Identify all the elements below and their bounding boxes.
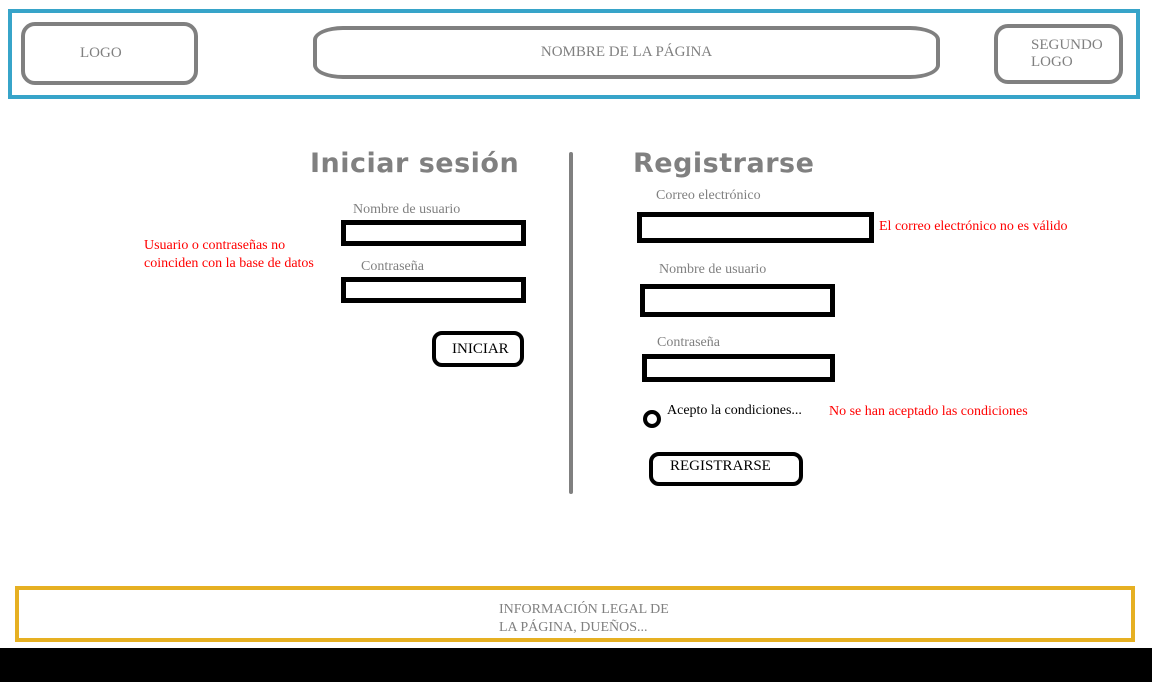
footer-line1: INFORMACIÓN LEGAL DE bbox=[499, 602, 669, 617]
terms-error: No se han aceptado las condiciones bbox=[829, 404, 1028, 419]
login-title: Iniciar sesión bbox=[310, 148, 520, 179]
footer-legal-info: INFORMACIÓN LEGAL DE LA PÁGINA, DUEÑOS... bbox=[499, 601, 669, 637]
login-password-input[interactable] bbox=[341, 277, 526, 303]
login-error-line2: coinciden con la base de datos bbox=[144, 256, 314, 271]
logo-text: LOGO bbox=[80, 45, 122, 61]
login-button-label: INICIAR bbox=[452, 340, 509, 357]
login-username-input[interactable] bbox=[341, 220, 526, 246]
page-title-text: NOMBRE DE LA PÁGINA bbox=[540, 44, 713, 60]
divider bbox=[569, 152, 573, 494]
register-email-error: El correo electrónico no es válido bbox=[879, 219, 1068, 234]
terms-radio[interactable] bbox=[643, 410, 661, 428]
register-password-label: Contraseña bbox=[657, 335, 720, 350]
login-button[interactable]: INICIAR bbox=[432, 331, 524, 367]
register-button-label: REGISTRARSE bbox=[670, 458, 771, 474]
footer-line2: LA PÁGINA, DUEÑOS... bbox=[499, 620, 648, 635]
logo[interactable]: LOGO bbox=[21, 22, 198, 85]
bottom-bar bbox=[0, 648, 1152, 682]
register-username-label: Nombre de usuario bbox=[659, 262, 767, 277]
register-title: Registrarse bbox=[633, 148, 815, 179]
register-email-label: Correo electrónico bbox=[656, 188, 761, 203]
login-username-label: Nombre de usuario bbox=[353, 202, 461, 217]
second-logo-line2: LOGO bbox=[1031, 54, 1073, 70]
terms-label: Acepto la condiciones... bbox=[667, 403, 802, 418]
page-title: NOMBRE DE LA PÁGINA bbox=[313, 26, 940, 79]
login-password-label: Contraseña bbox=[361, 259, 424, 274]
second-logo-line1: SEGUNDO bbox=[1031, 37, 1103, 53]
login-error-line1: Usuario o contraseñas no bbox=[144, 238, 286, 253]
register-button[interactable]: REGISTRARSE bbox=[649, 452, 803, 486]
login-error: Usuario o contraseñas no coinciden con la… bbox=[144, 237, 314, 273]
register-email-input[interactable] bbox=[637, 212, 874, 243]
second-logo[interactable]: SEGUNDO LOGO bbox=[994, 24, 1123, 84]
register-password-input[interactable] bbox=[642, 354, 835, 382]
register-username-input[interactable] bbox=[640, 284, 835, 317]
